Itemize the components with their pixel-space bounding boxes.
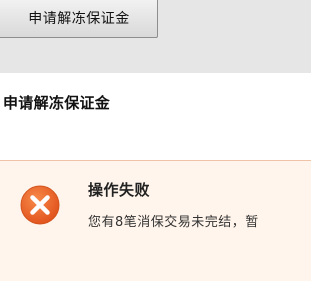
error-message: 您有8笔消保交易未完结，暂 [88, 215, 259, 230]
page-title: 申请解冻保证金 [3, 94, 111, 112]
error-heading: 操作失败 [88, 181, 151, 199]
apply-unfreeze-deposit-button[interactable]: 申请解冻保证金 [0, 0, 158, 38]
error-x-circle-icon [20, 185, 60, 225]
toolbar-band: 申请解冻保证金 [0, 0, 311, 73]
